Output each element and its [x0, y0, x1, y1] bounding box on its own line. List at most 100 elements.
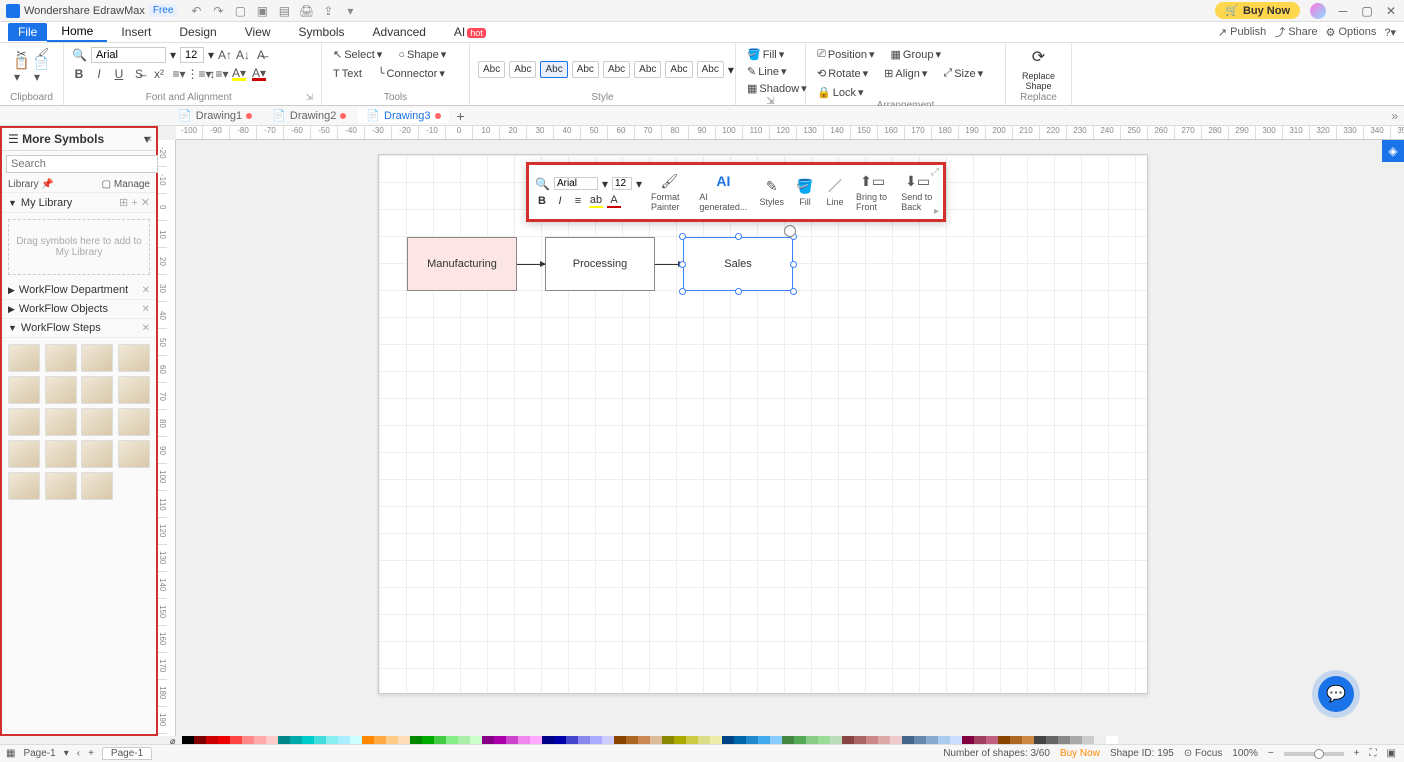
my-library-dropzone[interactable]: Drag symbols here to add to My Library — [8, 219, 150, 275]
line-spacing-icon[interactable]: ↕≡▾ — [212, 67, 226, 81]
buy-now-button[interactable]: 🛒 Buy Now — [1215, 2, 1300, 19]
color-swatch[interactable] — [1046, 736, 1058, 744]
menu-file[interactable]: File — [8, 23, 47, 41]
color-swatch[interactable] — [650, 736, 662, 744]
qat-icon-4[interactable]: 🖨 — [299, 4, 313, 18]
color-swatch[interactable] — [458, 736, 470, 744]
ftb-search-icon[interactable]: 🔍 — [535, 177, 550, 191]
symbol-item[interactable] — [118, 440, 150, 468]
style-preset-5[interactable]: Abc — [603, 61, 630, 78]
tab-drawing3[interactable]: 📄Drawing3 — [358, 108, 448, 123]
sb-zoom-slider[interactable] — [1284, 752, 1344, 756]
shadow-button[interactable]: ▦ Shadow▾ — [744, 81, 810, 96]
color-swatch[interactable] — [878, 736, 890, 744]
color-swatch[interactable] — [854, 736, 866, 744]
symbol-item[interactable] — [81, 440, 113, 468]
color-swatch[interactable] — [1022, 736, 1034, 744]
color-swatch[interactable] — [290, 736, 302, 744]
ftb-styles[interactable]: ✎Styles — [756, 177, 787, 207]
color-swatch[interactable] — [998, 736, 1010, 744]
color-swatch[interactable] — [374, 736, 386, 744]
sb-fit-icon[interactable]: ⛶ — [1370, 748, 1377, 759]
hamburger-icon[interactable]: ☰ — [8, 132, 19, 146]
menu-advanced[interactable]: Advanced — [359, 23, 440, 41]
color-swatch[interactable] — [338, 736, 350, 744]
color-swatch[interactable] — [830, 736, 842, 744]
sb-zoom-in-icon[interactable]: + — [1354, 748, 1360, 759]
color-swatch[interactable] — [470, 736, 482, 744]
share-button[interactable]: ⤴ Share — [1274, 24, 1317, 40]
ftb-font-size[interactable] — [612, 177, 632, 190]
close-icon[interactable]: ✕ — [1384, 4, 1398, 18]
underline-icon[interactable]: U — [112, 67, 126, 81]
color-swatch[interactable] — [506, 736, 518, 744]
color-swatch[interactable] — [182, 736, 194, 744]
minimize-icon[interactable]: ─ — [1336, 4, 1350, 18]
line-button[interactable]: ✎ Line▾ — [744, 64, 790, 79]
style-preset-1[interactable]: Abc — [478, 61, 505, 78]
color-swatch[interactable] — [410, 736, 422, 744]
menu-design[interactable]: Design — [165, 23, 230, 41]
color-swatch[interactable] — [662, 736, 674, 744]
color-swatch[interactable] — [974, 736, 986, 744]
color-swatch[interactable] — [326, 736, 338, 744]
section-workflow-objects[interactable]: ▶WorkFlow Objects✕ — [2, 300, 156, 319]
color-swatch[interactable] — [542, 736, 554, 744]
qat-icon-3[interactable]: ▤ — [277, 4, 291, 18]
color-swatch[interactable] — [770, 736, 782, 744]
color-swatch[interactable] — [842, 736, 854, 744]
search-font-icon[interactable]: 🔍 — [72, 48, 87, 62]
symbol-item[interactable] — [8, 472, 40, 500]
color-swatch[interactable] — [722, 736, 734, 744]
color-swatch[interactable] — [950, 736, 962, 744]
sb-fullscreen-icon[interactable]: ▣ — [1387, 748, 1396, 759]
color-swatch[interactable] — [926, 736, 938, 744]
color-swatch[interactable] — [962, 736, 974, 744]
help-icon[interactable]: ?▾ — [1384, 26, 1396, 39]
symbol-item[interactable] — [8, 408, 40, 436]
style-preset-7[interactable]: Abc — [665, 61, 692, 78]
color-swatch[interactable] — [710, 736, 722, 744]
options-button[interactable]: ⚙ Options — [1326, 26, 1377, 39]
ftb-more-icon[interactable]: ▸ — [934, 206, 939, 217]
sb-zoom-out-icon[interactable]: − — [1268, 748, 1274, 759]
ftb-line[interactable]: ／Line — [823, 177, 847, 207]
color-swatch[interactable] — [626, 736, 638, 744]
color-swatch[interactable] — [422, 736, 434, 744]
qat-more-icon[interactable]: ▾ — [343, 4, 357, 18]
color-swatch[interactable] — [242, 736, 254, 744]
collapse-panel-icon[interactable]: « — [146, 133, 152, 145]
position-button[interactable]: ⎚ Position▾ — [814, 47, 877, 62]
symbol-item[interactable] — [45, 408, 77, 436]
color-swatch[interactable] — [590, 736, 602, 744]
color-swatch[interactable] — [698, 736, 710, 744]
rotate-button[interactable]: ⟲ Rotate▾ — [814, 66, 871, 81]
color-swatch[interactable] — [602, 736, 614, 744]
color-swatch[interactable] — [1094, 736, 1106, 744]
select-tool[interactable]: ↖ Select▾ — [330, 47, 385, 62]
decrease-font-icon[interactable]: A↓ — [236, 48, 250, 62]
color-swatch[interactable] — [566, 736, 578, 744]
color-swatch[interactable] — [1058, 736, 1070, 744]
bold-icon[interactable]: B — [72, 67, 86, 81]
manage-button[interactable]: ▢ Manage — [102, 179, 150, 190]
color-swatch[interactable] — [554, 736, 566, 744]
increase-font-icon[interactable]: A↑ — [218, 48, 232, 62]
shape-manufacturing[interactable]: Manufacturing — [407, 237, 517, 291]
symbol-item[interactable] — [81, 344, 113, 372]
shape-tool[interactable]: ○ Shape▾ — [395, 47, 449, 62]
color-swatch[interactable] — [1034, 736, 1046, 744]
sb-prev-page-icon[interactable]: ‹ — [77, 748, 80, 759]
section-workflow-department[interactable]: ▶WorkFlow Department✕ — [2, 281, 156, 300]
color-swatch[interactable] — [194, 736, 206, 744]
symbol-item[interactable] — [118, 376, 150, 404]
symbol-item[interactable] — [8, 344, 40, 372]
color-swatch[interactable] — [1106, 736, 1118, 744]
color-swatch[interactable] — [782, 736, 794, 744]
connector-tool[interactable]: ╰ Connector▾ — [375, 66, 448, 81]
symbol-search-input[interactable] — [6, 155, 158, 173]
symbol-item[interactable] — [45, 472, 77, 500]
color-swatch[interactable] — [866, 736, 878, 744]
color-swatch[interactable] — [746, 736, 758, 744]
tab-drawing1[interactable]: 📄Drawing1 — [170, 108, 260, 123]
